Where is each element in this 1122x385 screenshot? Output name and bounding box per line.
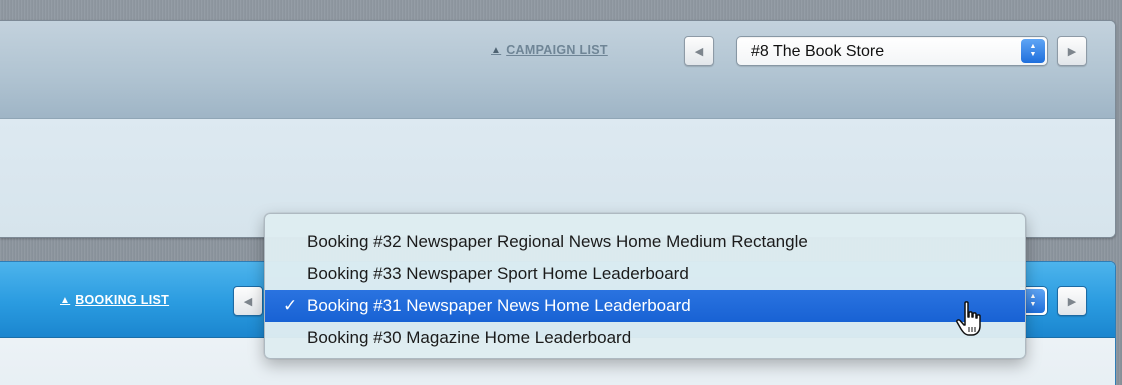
menu-item-booking-32[interactable]: Booking #32 Newspaper Regional News Home… bbox=[265, 226, 1025, 258]
checkmark-icon: ✓ bbox=[283, 296, 298, 315]
arrow-left-icon: ◀ bbox=[243, 295, 253, 308]
booking-list-label: BOOKING LIST bbox=[75, 293, 170, 307]
campaign-select[interactable]: #8 The Book Store ▲ ▼ bbox=[736, 36, 1048, 66]
booking-dropdown-menu: Booking #32 Newspaper Regional News Home… bbox=[264, 213, 1026, 359]
menu-item-label: Booking #31 Newspaper News Home Leaderbo… bbox=[307, 296, 691, 315]
previous-booking-button[interactable]: ◀ bbox=[233, 286, 263, 316]
arrow-right-icon: ▶ bbox=[1067, 45, 1077, 58]
booking-list-link[interactable]: ▲ BOOKING LIST bbox=[60, 293, 169, 307]
hand-pointer-icon bbox=[956, 301, 981, 336]
arrow-left-icon: ◀ bbox=[694, 45, 704, 58]
next-booking-button[interactable]: ▶ bbox=[1057, 286, 1087, 316]
previous-campaign-button[interactable]: ◀ bbox=[684, 36, 714, 66]
menu-item-label: Booking #32 Newspaper Regional News Home… bbox=[307, 232, 808, 251]
campaign-select-value: #8 The Book Store bbox=[751, 43, 885, 60]
campaign-list-link[interactable]: ▲ CAMPAIGN LIST bbox=[491, 43, 608, 57]
menu-item-label: Booking #30 Magazine Home Leaderboard bbox=[307, 328, 632, 347]
menu-item-booking-33[interactable]: Booking #33 Newspaper Sport Home Leaderb… bbox=[265, 258, 1025, 290]
campaign-list-label: CAMPAIGN LIST bbox=[506, 43, 608, 57]
arrow-right-icon: ▶ bbox=[1067, 295, 1077, 308]
next-campaign-button[interactable]: ▶ bbox=[1057, 36, 1087, 66]
triangle-up-icon: ▲ bbox=[491, 44, 502, 56]
menu-item-booking-30[interactable]: Booking #30 Magazine Home Leaderboard bbox=[265, 322, 1025, 354]
select-stepper-icon: ▲ ▼ bbox=[1021, 39, 1045, 63]
menu-item-label: Booking #33 Newspaper Sport Home Leaderb… bbox=[307, 264, 689, 283]
triangle-up-icon: ▲ bbox=[60, 294, 71, 306]
menu-item-booking-31[interactable]: ✓ Booking #31 Newspaper News Home Leader… bbox=[265, 290, 1025, 322]
